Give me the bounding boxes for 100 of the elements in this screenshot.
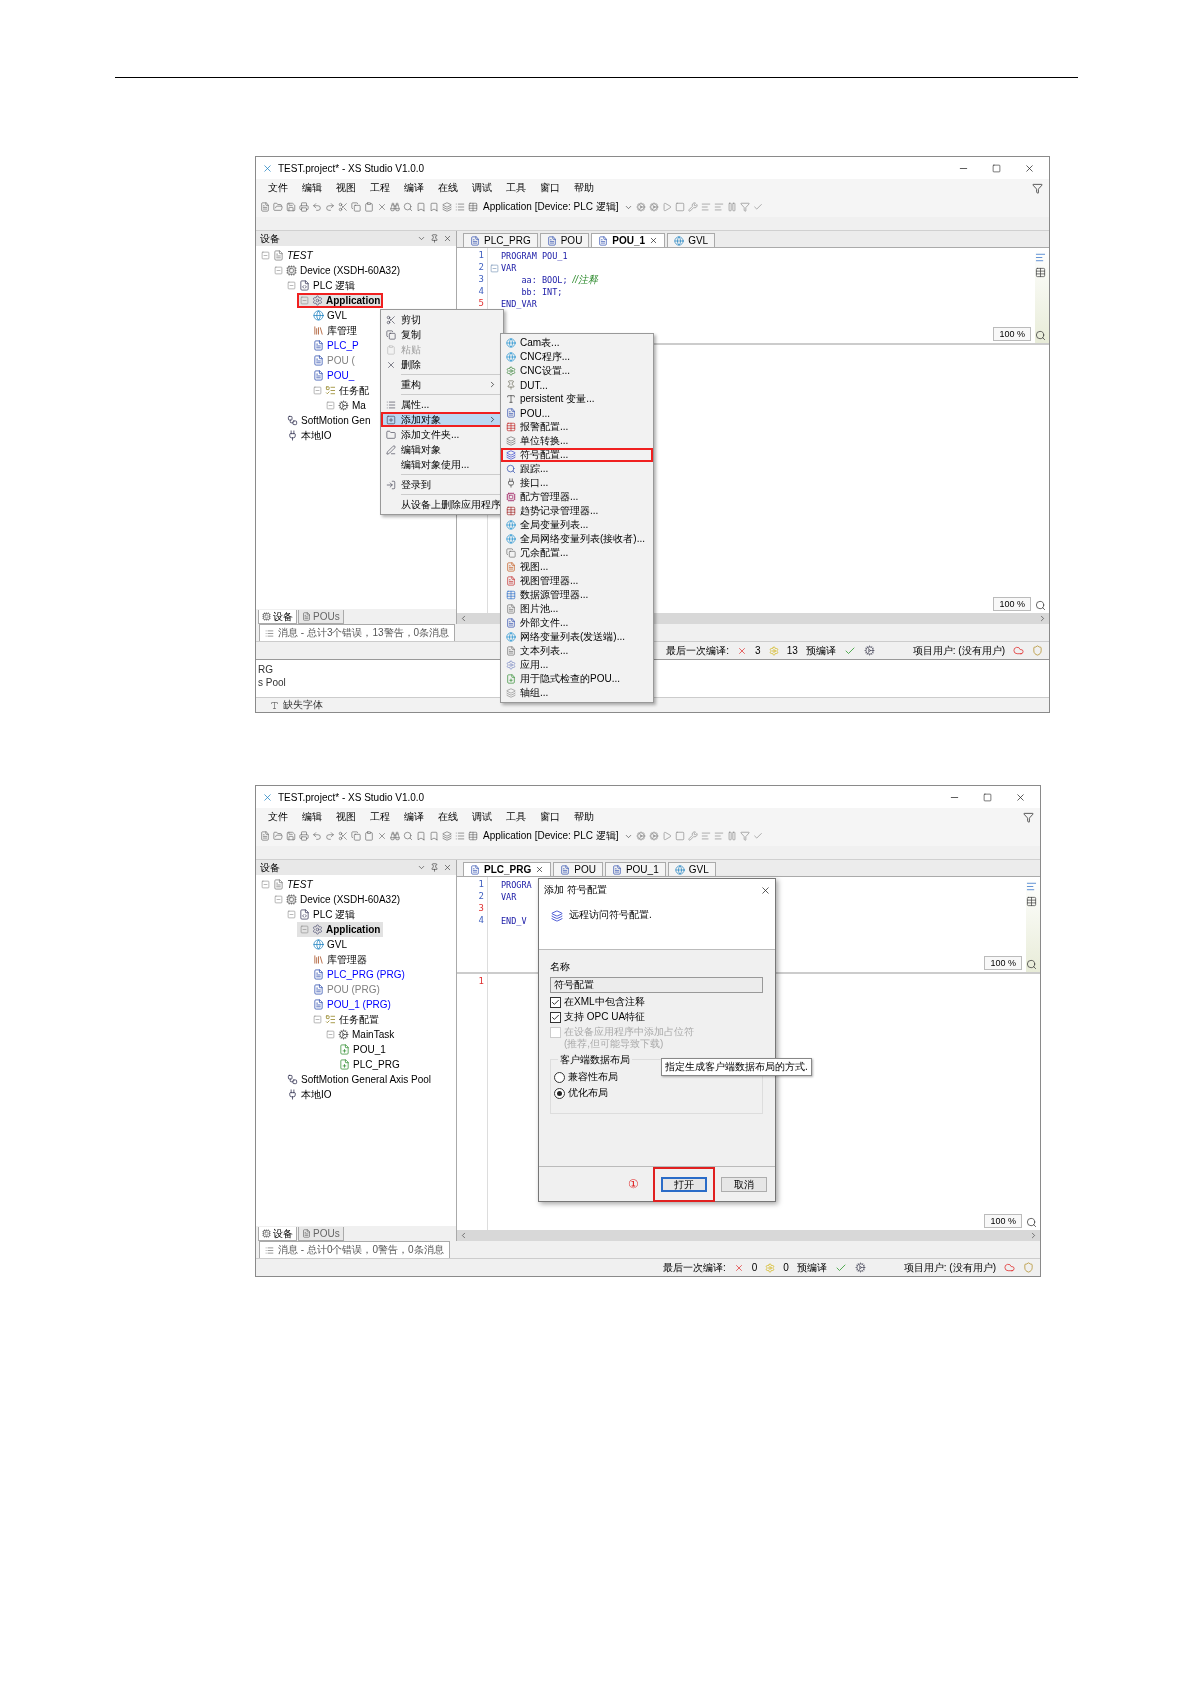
scroll-left-icon[interactable] (459, 1231, 468, 1240)
menu-item[interactable]: DUT... (501, 378, 653, 392)
menu-item[interactable]: POU... (501, 406, 653, 420)
play-icon[interactable] (661, 831, 672, 841)
zoom-level[interactable]: 100 % (984, 1214, 1022, 1228)
tree-item[interactable]: POU (PRG) (310, 982, 383, 997)
tree-item[interactable]: GVL (310, 937, 350, 952)
delete-icon[interactable] (377, 202, 387, 212)
text-view-icon[interactable] (1026, 881, 1037, 892)
zoom-icon[interactable] (1026, 959, 1037, 970)
menu-item[interactable]: 帮助 (568, 809, 600, 825)
new-file-icon[interactable] (260, 202, 270, 212)
menu-item[interactable]: 文件 (262, 809, 294, 825)
name-field[interactable]: 符号配置 (550, 977, 763, 993)
collapse-icon[interactable] (274, 266, 283, 275)
pin-icon[interactable] (430, 234, 439, 243)
maximize-icon[interactable] (982, 792, 992, 802)
editor-tab[interactable]: POU_1 (604, 862, 666, 876)
radio-button[interactable] (554, 1088, 565, 1099)
menu-item[interactable]: 接口... (501, 476, 653, 490)
indent-icon[interactable] (700, 202, 711, 212)
menu-item[interactable]: 工具 (500, 180, 532, 196)
zoom-icon[interactable] (1026, 1217, 1037, 1228)
play-icon[interactable] (661, 202, 672, 212)
tree-item[interactable]: POU_1 (336, 1042, 389, 1057)
panel-tab[interactable]: POUs (298, 610, 344, 624)
menu-item[interactable]: 工具 (500, 809, 532, 825)
menu-item[interactable]: 用于隐式检查的POU... (501, 672, 653, 686)
checkbox[interactable] (550, 1012, 561, 1023)
tree-item[interactable]: 任务配 (310, 383, 372, 398)
panel-tab[interactable]: POUs (298, 1227, 344, 1241)
zoom-icon[interactable] (1035, 600, 1046, 611)
menu-item[interactable]: 视图 (330, 809, 362, 825)
dialog-button[interactable]: 取消 (721, 1176, 767, 1192)
table-icon[interactable] (468, 831, 478, 841)
tree-item[interactable]: 任务配置 (310, 1012, 382, 1027)
check-icon[interactable] (752, 202, 763, 212)
redo-icon[interactable] (325, 202, 335, 212)
menu-item[interactable]: 单位转换... (501, 434, 653, 448)
close-icon[interactable] (1014, 791, 1026, 803)
editor-tab[interactable]: PLC_PRG (463, 862, 552, 876)
list-icon[interactable] (455, 202, 465, 212)
indent-icon[interactable] (713, 831, 724, 841)
menu-item[interactable]: 帮助 (568, 180, 600, 196)
collapse-icon[interactable] (313, 386, 322, 395)
menu-item[interactable]: 重构 (381, 377, 503, 392)
gear-icon[interactable] (648, 831, 659, 841)
layers-icon[interactable] (442, 202, 452, 212)
editor-tab[interactable]: PLC_PRG (463, 233, 538, 247)
tree-item[interactable]: TEST (258, 877, 316, 892)
collapse-icon[interactable] (326, 401, 335, 410)
menu-item[interactable]: 视图 (330, 180, 362, 196)
menu-item[interactable]: 编译 (398, 180, 430, 196)
fold-icon[interactable] (490, 263, 499, 273)
gear-icon[interactable] (635, 202, 646, 212)
table-view-icon[interactable] (1026, 896, 1037, 907)
collapse-icon[interactable] (261, 251, 270, 260)
tree-item[interactable]: 库管理器 (310, 952, 370, 967)
table-view-icon[interactable] (1035, 267, 1046, 278)
pause-icon[interactable] (726, 831, 737, 841)
close-icon[interactable] (535, 865, 545, 874)
close-icon[interactable] (443, 863, 452, 872)
collapse-icon[interactable] (300, 296, 309, 305)
scroll-left-icon[interactable] (459, 614, 468, 623)
collapse-icon[interactable] (287, 281, 296, 290)
menu-item[interactable]: 复制 (381, 327, 503, 342)
application-selector[interactable]: Application [Device: PLC 逻辑] (481, 200, 621, 214)
tree-item[interactable]: 本地IO (284, 428, 335, 443)
menu-item[interactable]: persistent 变量... (501, 392, 653, 406)
panel-tab[interactable]: 设备 (258, 610, 297, 624)
menu-item[interactable]: 登录到 (381, 477, 503, 492)
menu-item[interactable]: 在线 (432, 180, 464, 196)
menu-item[interactable]: 编辑对象 (381, 442, 503, 457)
open-folder-icon[interactable] (273, 831, 283, 841)
tree-item[interactable]: GVL (310, 308, 350, 323)
table-icon[interactable] (468, 202, 478, 212)
menu-item[interactable]: 符号配置... (501, 448, 653, 462)
collapse-icon[interactable] (300, 925, 309, 934)
messages-tab[interactable]: 消息 - 总计0个错误，0警告，0条消息 (259, 1241, 450, 1258)
menu-item[interactable]: 窗口 (534, 180, 566, 196)
collapse-icon[interactable] (261, 880, 270, 889)
tree-item[interactable]: Application (297, 922, 384, 937)
gear-icon[interactable] (635, 831, 646, 841)
stop-icon[interactable] (674, 202, 685, 212)
maximize-icon[interactable] (991, 163, 1001, 173)
open-folder-icon[interactable] (273, 202, 283, 212)
pin-icon[interactable] (430, 863, 439, 872)
menu-item[interactable]: 工程 (364, 180, 396, 196)
print-icon[interactable] (299, 831, 309, 841)
menu-item[interactable]: 编辑对象使用... (381, 457, 503, 472)
undo-icon[interactable] (312, 831, 322, 841)
menu-item[interactable]: 跟踪... (501, 462, 653, 476)
tree-item[interactable]: SoftMotion General Axis Pool (284, 1072, 435, 1087)
find-icon[interactable] (390, 831, 400, 841)
panel-tab[interactable]: 设备 (258, 1227, 297, 1241)
paste-icon[interactable] (364, 202, 374, 212)
menu-item[interactable]: 轴组... (501, 686, 653, 700)
print-icon[interactable] (299, 202, 309, 212)
check-icon[interactable] (752, 831, 763, 841)
cut-icon[interactable] (338, 831, 348, 841)
